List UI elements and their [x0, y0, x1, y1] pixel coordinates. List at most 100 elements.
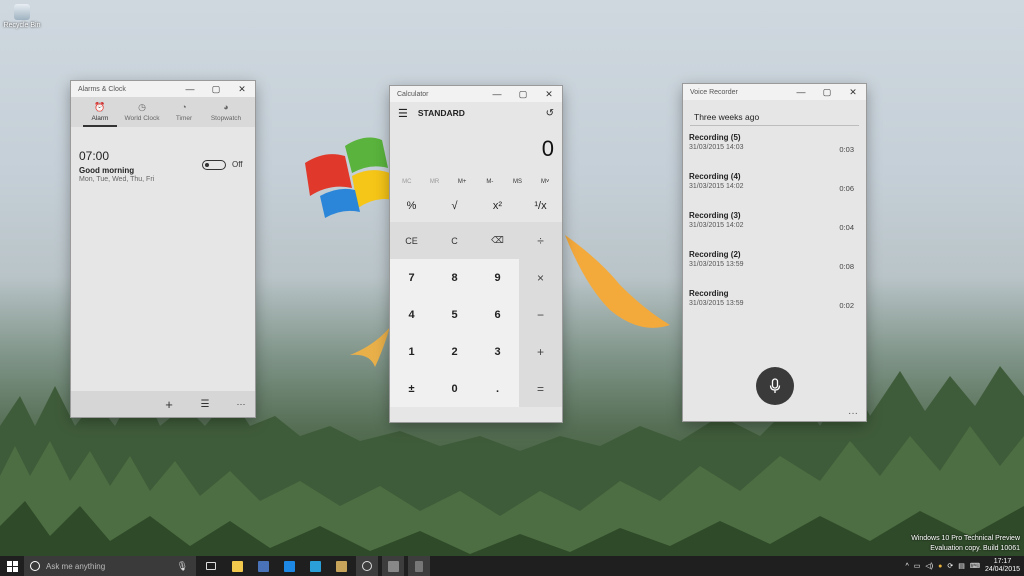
tab-alarm[interactable]: ⏰ Alarm [79, 97, 121, 127]
digit-1-button[interactable]: 1 [390, 333, 433, 370]
record-button[interactable] [756, 367, 794, 405]
network-icon[interactable]: ▭ [914, 562, 921, 570]
select-alarms-button[interactable]: ☰ [197, 399, 213, 410]
digit-3-button[interactable]: 3 [476, 333, 519, 370]
cortana-icon [30, 561, 40, 571]
alarm-item[interactable]: 07:00 Good morning Mon, Tue, Wed, Thu, F… [71, 127, 255, 183]
maximize-button[interactable]: ▢ [510, 89, 536, 100]
alarms-titlebar[interactable]: Alarms & Clock — ▢ ✕ [71, 81, 255, 97]
digit-6-button[interactable]: 6 [476, 296, 519, 333]
recording-item[interactable]: Recording (3) 31/03/2015 14:02 0:04 [683, 204, 866, 243]
more-options-button[interactable]: ··· [848, 408, 858, 419]
digit-5-button[interactable]: 5 [433, 296, 476, 333]
divide-button[interactable]: ÷ [519, 222, 562, 259]
memory-add-button[interactable]: M+ [448, 174, 476, 190]
hamburger-menu-icon[interactable]: ☰ [398, 107, 408, 120]
photos-icon [335, 560, 347, 572]
memory-subtract-button[interactable]: M- [476, 174, 504, 190]
store-icon [283, 560, 295, 572]
microphone-icon[interactable]: 🎙 [177, 561, 188, 572]
recording-date: 31/03/2015 14:02 [689, 222, 744, 229]
minimize-button[interactable]: — [484, 89, 510, 99]
recording-duration: 0:04 [839, 223, 854, 232]
maximize-button[interactable]: ▢ [814, 87, 840, 98]
digit-4-button[interactable]: 4 [390, 296, 433, 333]
equals-button[interactable]: = [519, 370, 562, 407]
mail-button[interactable] [304, 556, 326, 576]
negate-button[interactable]: ± [390, 370, 433, 407]
cortana-search-box[interactable]: Ask me anything 🎙 [24, 556, 196, 576]
language-icon[interactable]: ⌨ [970, 562, 980, 570]
alarms-clock-window[interactable]: Alarms & Clock — ▢ ✕ ⏰ Alarm ◷ World Clock… [71, 81, 255, 417]
subtract-button[interactable]: − [519, 296, 562, 333]
voice-recorder-taskbar-button[interactable] [408, 556, 430, 576]
recording-name: Recording (4) [689, 172, 741, 181]
calculator-titlebar[interactable]: Calculator — ▢ ✕ [390, 86, 562, 102]
memory-recall-button[interactable]: MR [421, 174, 449, 190]
tab-timer[interactable]: ◔ Timer [163, 97, 205, 127]
calculator-display: 0 [541, 136, 554, 161]
calculator-icon [387, 560, 399, 572]
percent-button[interactable]: % [390, 190, 433, 222]
memory-store-button[interactable]: MS [504, 174, 532, 190]
history-icon[interactable]: ↺ [546, 108, 554, 119]
close-button[interactable]: ✕ [229, 84, 255, 95]
recording-item[interactable]: Recording (4) 31/03/2015 14:02 0:06 [683, 165, 866, 204]
start-button[interactable] [0, 556, 24, 576]
maximize-button[interactable]: ▢ [203, 84, 229, 95]
minimize-button[interactable]: — [788, 87, 814, 97]
task-view-icon [206, 562, 216, 570]
watermark-line-2: Evaluation copy. Build 10061 [930, 545, 1020, 552]
clear-button[interactable]: C [433, 222, 476, 259]
calculator-window[interactable]: Calculator — ▢ ✕ ☰ STANDARD ↺ 0 MC MR M+… [390, 86, 562, 422]
recording-date: 31/03/2015 14:03 [689, 144, 744, 151]
digit-9-button[interactable]: 9 [476, 259, 519, 296]
app-button[interactable] [252, 556, 274, 576]
show-hidden-icons-icon[interactable]: ^ [905, 563, 908, 570]
clock[interactable]: 17:17 24/04/2015 [985, 558, 1020, 574]
store-button[interactable] [278, 556, 300, 576]
recycle-bin[interactable]: Recycle Bin [2, 4, 42, 29]
square-root-button[interactable]: √ [433, 190, 476, 222]
photos-button[interactable] [330, 556, 352, 576]
task-view-button[interactable] [200, 556, 222, 576]
action-center-icon[interactable]: ▤ [958, 562, 965, 570]
memory-clear-button[interactable]: MC [393, 174, 421, 190]
voice-recorder-window[interactable]: Voice Recorder — ▢ ✕ Three weeks ago Rec… [683, 84, 866, 421]
close-button[interactable]: ✕ [840, 87, 866, 98]
add-button[interactable]: + [519, 333, 562, 370]
multiply-button[interactable]: × [519, 259, 562, 296]
keypad: CE C ⌫ ÷ 7 8 9 × 4 5 6 − 1 2 3 + ± 0 . = [390, 222, 562, 407]
calculator-taskbar-button[interactable] [382, 556, 404, 576]
digit-0-button[interactable]: 0 [433, 370, 476, 407]
tab-stopwatch[interactable]: ◕ Stopwatch [205, 97, 247, 127]
recording-date: 31/03/2015 14:02 [689, 183, 744, 190]
decimal-button[interactable]: . [476, 370, 519, 407]
square-button[interactable]: x² [476, 190, 519, 222]
alarm-icon: ⏰ [94, 102, 106, 112]
reciprocal-button[interactable]: ¹/x [519, 190, 562, 222]
recording-item[interactable]: Recording 31/03/2015 13:59 0:02 [683, 282, 866, 321]
sync-icon[interactable]: ⟳ [947, 562, 953, 570]
recording-item[interactable]: Recording (5) 31/03/2015 14:03 0:03 [683, 126, 866, 165]
voice-recorder-titlebar[interactable]: Voice Recorder — ▢ ✕ [683, 84, 866, 100]
file-explorer-button[interactable] [226, 556, 248, 576]
close-button[interactable]: ✕ [536, 89, 562, 100]
alarms-taskbar-button[interactable] [356, 556, 378, 576]
memory-list-button[interactable]: M˅ [531, 174, 559, 190]
digit-8-button[interactable]: 8 [433, 259, 476, 296]
add-alarm-button[interactable]: + [161, 397, 177, 412]
recording-item[interactable]: Recording (2) 31/03/2015 13:59 0:08 [683, 243, 866, 282]
minimize-button[interactable]: — [177, 84, 203, 94]
digit-2-button[interactable]: 2 [433, 333, 476, 370]
alarm-toggle[interactable] [202, 160, 226, 170]
recycle-bin-label: Recycle Bin [3, 22, 41, 29]
chrome-icon[interactable]: ● [938, 563, 942, 570]
clear-entry-button[interactable]: CE [390, 222, 433, 259]
more-options-button[interactable]: ··· [233, 399, 249, 409]
backspace-button[interactable]: ⌫ [476, 222, 519, 259]
volume-icon[interactable]: ◁) [925, 562, 933, 570]
digit-7-button[interactable]: 7 [390, 259, 433, 296]
mail-icon [309, 560, 321, 572]
tab-world-clock[interactable]: ◷ World Clock [121, 97, 163, 127]
